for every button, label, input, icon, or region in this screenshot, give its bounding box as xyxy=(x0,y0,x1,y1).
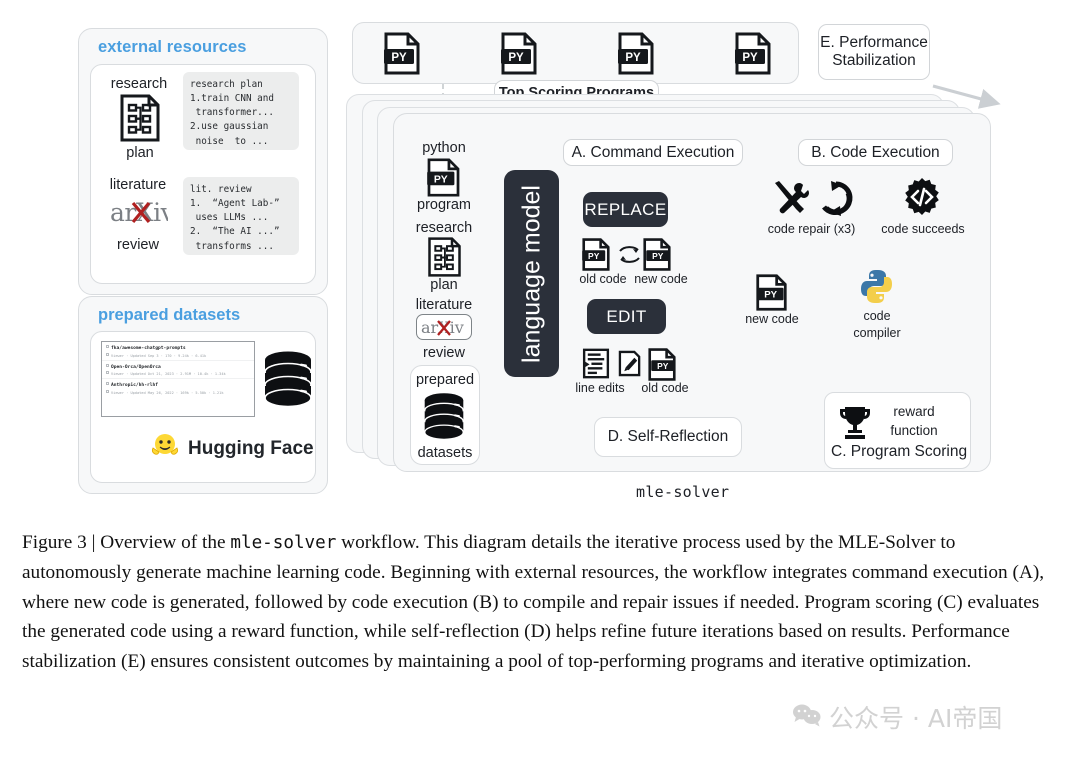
new-code-label: new code xyxy=(634,272,688,286)
figure-label: Figure 3 | xyxy=(22,532,96,553)
code-succeeds-label: code succeeds xyxy=(881,222,965,236)
svg-text:PY: PY xyxy=(742,52,758,64)
command-execution-title: A. Command Execution xyxy=(563,139,743,166)
caption-part-1: Overview of the xyxy=(95,532,231,553)
py-file-icon: PY xyxy=(427,158,460,202)
wechat-icon xyxy=(792,703,822,731)
py-file-icon: PY xyxy=(643,238,671,276)
program-label: program xyxy=(417,197,471,213)
watermark-text: 公众号 · AI帝国 xyxy=(829,704,1003,733)
prepared-datasets-title: prepared datasets xyxy=(98,306,241,324)
refresh-cycle-icon xyxy=(818,180,854,222)
py-file-icon: PY xyxy=(735,32,771,80)
py-file-icon: PY xyxy=(384,32,420,80)
language-model-label: language model xyxy=(517,184,545,363)
review-label-2: review xyxy=(423,345,465,361)
py-file-icon: PY xyxy=(618,32,654,80)
list-item[interactable]: Anthropic/hh-rlhf Viewer · Updated May 2… xyxy=(102,379,254,397)
language-model-block: language model xyxy=(504,170,559,377)
hugging-face-brand: Hugging Face xyxy=(150,431,314,466)
hugging-face-label: Hugging Face xyxy=(188,437,314,459)
prepared-label: prepared xyxy=(415,372,475,388)
old-code-label-2: old code xyxy=(641,381,689,395)
database-stack-icon xyxy=(262,350,314,417)
svg-text:PY: PY xyxy=(588,251,600,261)
document-flowchart-icon xyxy=(427,237,462,282)
replace-button[interactable]: REPLACE xyxy=(583,192,668,227)
code-gear-icon xyxy=(901,177,943,224)
arxiv-logo-icon: arXiv xyxy=(416,314,472,340)
list-item[interactable]: fka/awesome-chatgpt-prompts Viewer · Upd… xyxy=(102,342,254,361)
arxiv-logo-icon: arXiv xyxy=(108,195,176,229)
research-plan-text: research plan 1.train CNN and transforme… xyxy=(183,72,299,150)
research-label-2: research xyxy=(415,220,473,236)
trophy-icon xyxy=(838,404,872,445)
plan-label-2: plan xyxy=(430,277,458,293)
external-resources-title: external resources xyxy=(98,38,247,56)
python-label: python xyxy=(422,140,466,156)
performance-stabilization-title: E. Performance Stabilization xyxy=(818,24,930,80)
plan-label: plan xyxy=(126,145,154,161)
code-execution-title: B. Code Execution xyxy=(798,139,953,166)
svg-text:PY: PY xyxy=(764,290,777,301)
self-reflection-box: D. Self-Reflection xyxy=(594,417,742,457)
program-scoring-title: C. Program Scoring xyxy=(831,443,968,460)
lit-review-text: lit. review 1. “Agent Lab-” uses LLMs ..… xyxy=(183,177,299,255)
old-code-label: old code xyxy=(579,272,627,286)
svg-text:PY: PY xyxy=(391,52,407,64)
hugging-face-emoji-icon xyxy=(150,431,180,466)
document-flowchart-icon xyxy=(119,94,161,147)
literature-label-2: literature xyxy=(415,297,473,313)
py-file-icon: PY xyxy=(501,32,537,80)
python-logo-icon xyxy=(858,268,895,310)
figure-caption: Figure 3 | Overview of the mle-solver wo… xyxy=(22,528,1062,676)
code-compiler-label: code compiler xyxy=(853,309,901,340)
figure-page: external resources research plan researc… xyxy=(0,0,1080,761)
watermark: 公众号 · AI帝国 xyxy=(792,699,1002,735)
svg-text:PY: PY xyxy=(657,361,669,371)
swap-arrows-icon xyxy=(617,242,642,272)
database-stack-icon xyxy=(420,392,468,449)
code-repair-label: code repair (x3) xyxy=(767,222,856,236)
dataset-list: fka/awesome-chatgpt-prompts Viewer · Upd… xyxy=(101,341,255,417)
svg-text:PY: PY xyxy=(652,251,664,261)
reward-function-label: reward function xyxy=(890,404,938,438)
caption-mono-term: mle-solver xyxy=(230,533,337,553)
wrench-screwdriver-icon xyxy=(770,179,810,222)
line-edits-text-label: line edits xyxy=(575,381,625,395)
svg-text:PY: PY xyxy=(434,174,448,185)
self-reflection-title: D. Self-Reflection xyxy=(607,428,729,445)
datasets-label: datasets xyxy=(417,445,473,461)
new-code-center-label: new code xyxy=(745,312,799,326)
pencil-square-icon xyxy=(618,350,643,382)
svg-text:PY: PY xyxy=(508,52,524,64)
list-item[interactable]: Open-Orca/OpenOrca Viewer · Updated Oct … xyxy=(102,361,254,379)
py-file-icon: PY xyxy=(756,274,787,316)
edit-button[interactable]: EDIT xyxy=(587,299,666,334)
py-file-icon: PY xyxy=(582,238,610,276)
line-edits-icon xyxy=(582,348,610,384)
mle-solver-caption: mle-solver xyxy=(636,483,730,501)
research-label: research xyxy=(110,76,168,92)
review-label: review xyxy=(117,237,159,253)
svg-text:PY: PY xyxy=(625,52,641,64)
literature-label: literature xyxy=(109,177,167,193)
